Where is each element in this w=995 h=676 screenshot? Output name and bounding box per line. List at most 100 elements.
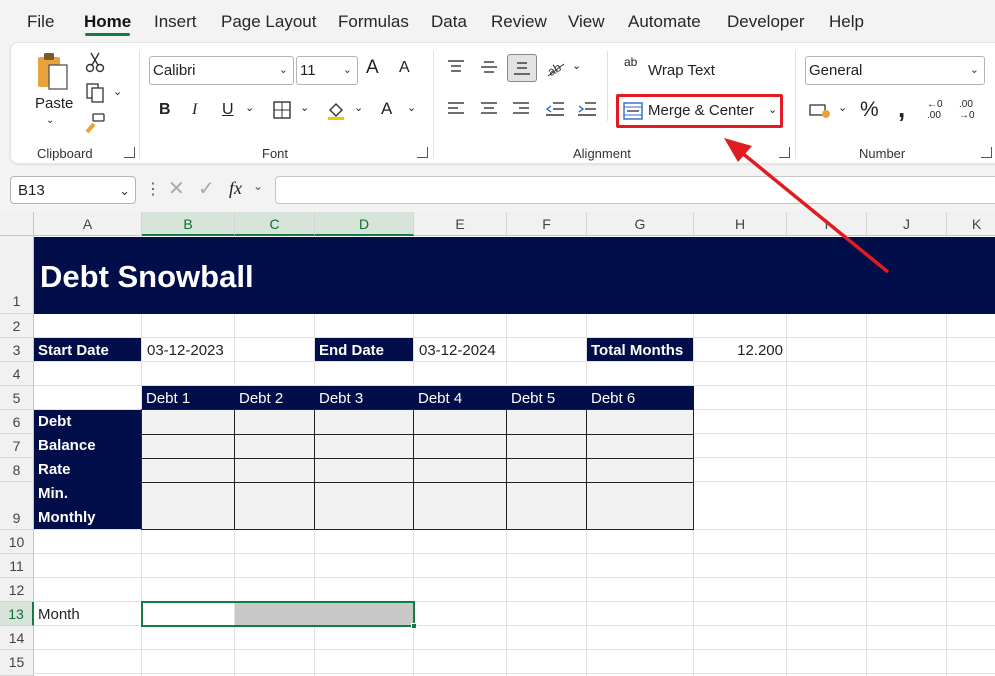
orientation-icon[interactable]: ab (544, 57, 568, 79)
name-box[interactable]: B13 ⌄ (10, 176, 136, 204)
debt-header[interactable]: Debt 4 (418, 386, 506, 409)
menu-home[interactable]: Home (84, 12, 131, 32)
debt-header[interactable]: Debt 1 (146, 386, 234, 409)
menu-review[interactable]: Review (491, 12, 547, 32)
merge-center-icon[interactable] (623, 102, 643, 120)
row-header[interactable]: 6 (0, 410, 34, 434)
font-name-select[interactable]: Calibri ⌄ (149, 56, 294, 85)
menu-file[interactable]: File (27, 12, 54, 32)
orientation-dropdown-icon[interactable]: ⌄ (572, 59, 581, 72)
column-header[interactable]: F (507, 212, 587, 236)
format-painter-icon[interactable] (84, 111, 106, 135)
menu-page-layout[interactable]: Page Layout (221, 12, 316, 32)
debt-header[interactable]: Debt 6 (591, 386, 693, 409)
grow-font-icon[interactable]: A (366, 57, 379, 79)
number-launcher-icon[interactable] (981, 147, 992, 158)
month-label[interactable]: Month (38, 602, 138, 626)
row-label-monthly[interactable]: Monthly (38, 506, 138, 530)
row-header[interactable]: 7 (0, 434, 34, 458)
end-date-label[interactable]: End Date (315, 338, 413, 361)
accounting-dropdown-icon[interactable]: ⌄ (838, 101, 847, 114)
borders-dropdown-icon[interactable]: ⌄ (300, 101, 309, 114)
font-color-dropdown-icon[interactable]: ⌄ (407, 101, 416, 114)
bottom-align-icon[interactable] (507, 54, 537, 82)
font-launcher-icon[interactable] (417, 147, 428, 158)
menu-automate[interactable]: Automate (628, 12, 701, 32)
start-date-value[interactable]: 03-12-2023 (147, 338, 235, 361)
paste-icon[interactable] (35, 51, 71, 95)
active-cell-selection[interactable] (141, 601, 415, 627)
total-months-label[interactable]: Total Months (587, 338, 693, 361)
middle-align-icon[interactable] (478, 57, 500, 77)
more-options-icon[interactable]: ⋮ (145, 179, 161, 199)
column-header[interactable]: C (235, 212, 315, 236)
column-header[interactable]: K (947, 212, 995, 236)
column-header[interactable]: G (587, 212, 694, 236)
row-label-min[interactable]: Min. (38, 482, 138, 506)
increase-indent-icon[interactable] (576, 99, 598, 119)
merge-center-dropdown-icon[interactable]: ⌄ (768, 103, 777, 116)
row-header[interactable]: 13 (0, 602, 34, 626)
menu-formulas[interactable]: Formulas (338, 12, 409, 32)
menu-insert[interactable]: Insert (154, 12, 197, 32)
menu-help[interactable]: Help (829, 12, 864, 32)
menu-developer[interactable]: Developer (727, 12, 805, 32)
menu-view[interactable]: View (568, 12, 605, 32)
decrease-indent-icon[interactable] (544, 99, 566, 119)
underline-button[interactable]: U (222, 101, 234, 119)
merge-center-button[interactable]: Merge & Center (648, 102, 754, 119)
row-header[interactable]: 9 (0, 482, 34, 530)
row-header[interactable]: 5 (0, 386, 34, 410)
row-header[interactable]: 1 (0, 236, 34, 314)
bold-button[interactable]: B (159, 101, 171, 119)
number-format-select[interactable]: General ⌄ (805, 56, 985, 85)
clipboard-launcher-icon[interactable] (124, 147, 135, 158)
accounting-format-icon[interactable] (808, 99, 832, 121)
fill-handle[interactable] (411, 623, 417, 629)
borders-icon[interactable] (271, 99, 293, 121)
fill-color-icon[interactable] (325, 99, 347, 121)
start-date-label[interactable]: Start Date (34, 338, 141, 361)
enter-icon[interactable]: ✓ (198, 176, 215, 201)
row-header[interactable]: 8 (0, 458, 34, 482)
row-header[interactable]: 12 (0, 578, 34, 602)
increase-decimal-icon[interactable]: ←0.00 (927, 99, 951, 123)
shrink-font-icon[interactable]: A (399, 59, 410, 77)
insert-function-button[interactable]: fx (229, 178, 242, 199)
fill-color-dropdown-icon[interactable]: ⌄ (354, 101, 363, 114)
row-label-rate[interactable]: Rate (38, 458, 138, 482)
align-center-icon[interactable] (478, 99, 500, 119)
column-header[interactable]: A (34, 212, 142, 236)
row-header[interactable]: 15 (0, 650, 34, 676)
menu-data[interactable]: Data (431, 12, 467, 32)
row-label-debt[interactable]: Debt (38, 410, 138, 434)
debt-header[interactable]: Debt 5 (511, 386, 586, 409)
italic-button[interactable]: I (192, 101, 197, 119)
row-header[interactable]: 2 (0, 314, 34, 338)
column-header[interactable]: D (315, 212, 414, 236)
column-header[interactable]: B (142, 212, 235, 236)
total-months-value[interactable]: 12.200 (694, 338, 783, 361)
align-left-icon[interactable] (445, 99, 467, 119)
debt-header[interactable]: Debt 2 (239, 386, 314, 409)
underline-dropdown-icon[interactable]: ⌄ (245, 101, 254, 114)
cancel-icon[interactable]: ✕ (168, 176, 185, 201)
end-date-value[interactable]: 03-12-2024 (419, 338, 507, 361)
font-size-select[interactable]: 11 ⌄ (296, 56, 358, 85)
row-label-balance[interactable]: Balance (38, 434, 138, 458)
paste-dropdown-icon[interactable]: ⌄ (46, 115, 54, 126)
row-header[interactable]: 14 (0, 626, 34, 650)
column-header[interactable]: E (414, 212, 507, 236)
select-all-corner[interactable] (0, 212, 34, 236)
top-align-icon[interactable] (445, 57, 467, 77)
align-right-icon[interactable] (510, 99, 532, 119)
row-header[interactable]: 3 (0, 338, 34, 362)
percent-style-button[interactable]: % (860, 98, 879, 122)
comma-style-button[interactable]: , (898, 93, 905, 124)
function-dropdown-icon[interactable]: ⌄ (253, 179, 263, 193)
copy-icon[interactable] (84, 81, 106, 105)
row-header[interactable]: 4 (0, 362, 34, 386)
paste-label[interactable]: Paste (35, 95, 73, 112)
copy-dropdown-icon[interactable]: ⌄ (113, 85, 122, 98)
wrap-text-icon[interactable]: ab (624, 56, 637, 68)
